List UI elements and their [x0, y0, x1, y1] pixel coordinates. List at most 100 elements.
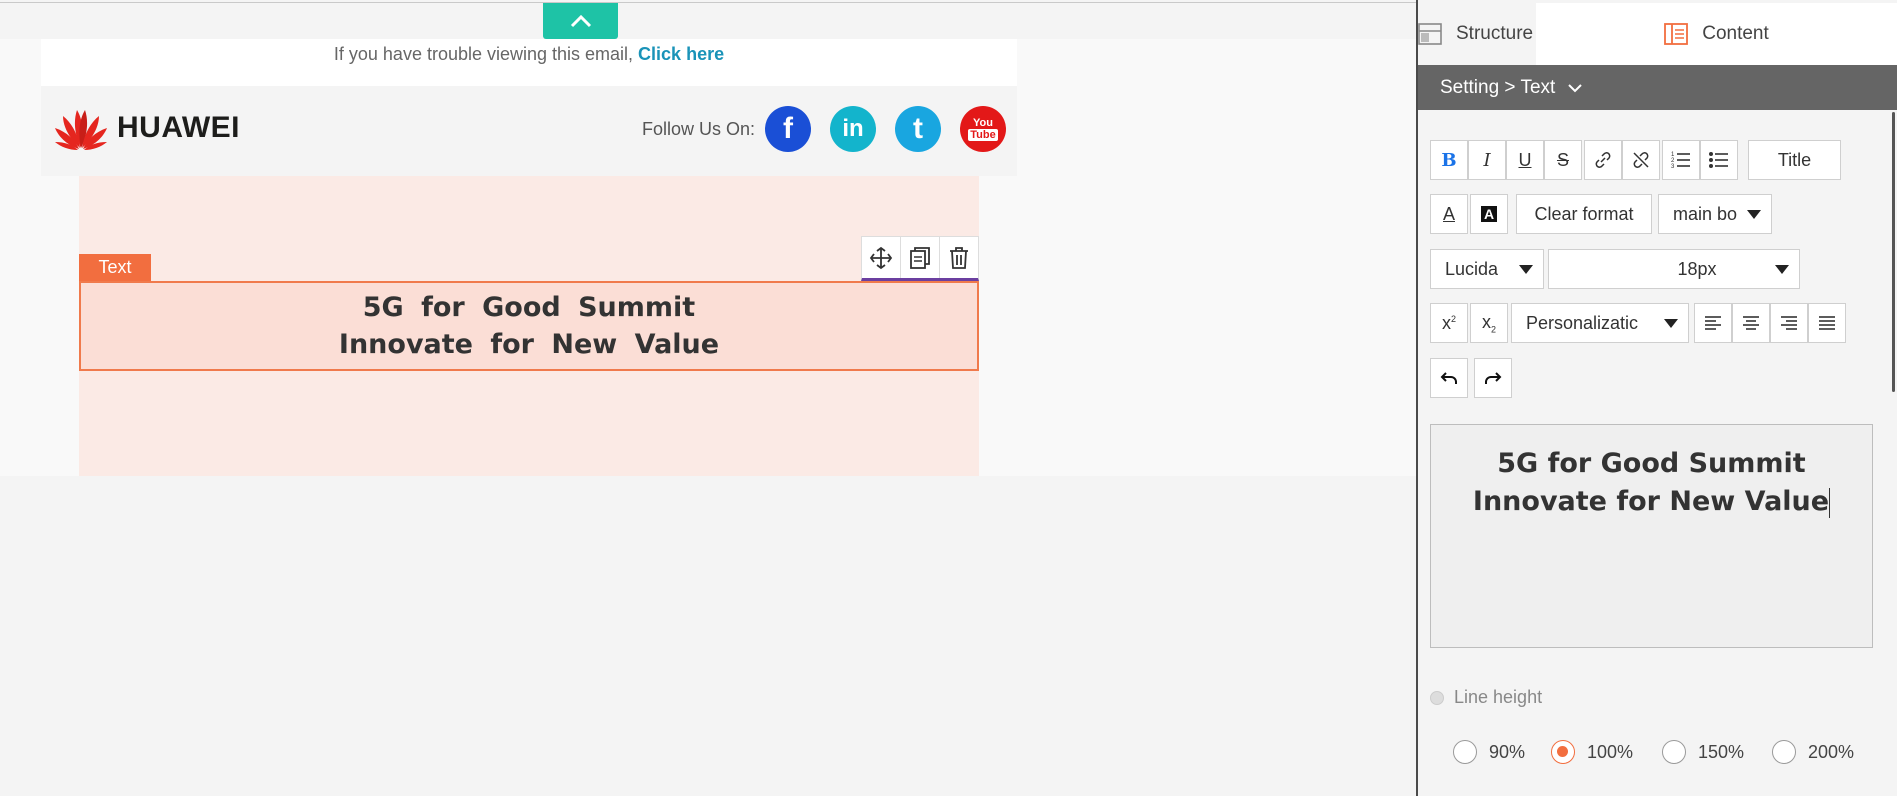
- svg-text:3: 3: [1671, 164, 1675, 169]
- font-color-button[interactable]: A: [1430, 194, 1468, 234]
- huawei-logo: HUAWEI: [53, 106, 240, 150]
- bullet-list-icon: [1709, 152, 1728, 168]
- bold-button[interactable]: B: [1430, 140, 1468, 180]
- font-color-icon: A: [1442, 203, 1455, 224]
- undo-icon: [1440, 372, 1457, 384]
- copy-icon: [910, 246, 930, 269]
- editor-line-1: 5G for Good Summit: [1497, 448, 1806, 479]
- top-divider: [0, 2, 1416, 3]
- structure-icon: [1418, 23, 1442, 45]
- selected-text-block[interactable]: 5G for Good Summit Innovate for New Valu…: [79, 281, 979, 371]
- font-family-value: Lucida: [1445, 258, 1499, 279]
- tab-content[interactable]: Content: [1536, 3, 1897, 65]
- text-cursor: [1829, 487, 1831, 518]
- line-height-option-label: 90%: [1489, 741, 1526, 762]
- ordered-list-icon: 123: [1671, 152, 1690, 169]
- unlink-button[interactable]: [1622, 140, 1660, 180]
- caret-down-icon: [1775, 264, 1789, 274]
- line-height-label: Line height: [1430, 687, 1542, 708]
- follow-us-label: Follow Us On:: [642, 119, 756, 139]
- align-right-icon: [1781, 316, 1797, 330]
- justify-button[interactable]: [1808, 303, 1846, 343]
- radio-circle: [1772, 740, 1796, 764]
- font-size-value: 18px: [1677, 258, 1717, 279]
- tab-structure-label: Structure: [1456, 23, 1534, 44]
- bullet-list-button[interactable]: [1700, 140, 1738, 180]
- subscript-button[interactable]: x2: [1470, 303, 1508, 343]
- delete-button[interactable]: [940, 237, 978, 278]
- undo-button[interactable]: [1430, 358, 1468, 398]
- move-icon: [869, 246, 893, 269]
- highlight-color-button[interactable]: A: [1470, 194, 1508, 234]
- align-center-button[interactable]: [1732, 303, 1770, 343]
- editor-line-2-text: Innovate for New Value: [1472, 486, 1830, 517]
- huawei-flower-icon: [55, 110, 107, 150]
- radio-circle: [1662, 740, 1686, 764]
- block-line-1: 5G for Good Summit: [362, 292, 696, 323]
- line-height-option-label: 100%: [1587, 741, 1634, 762]
- align-left-button[interactable]: [1694, 303, 1732, 343]
- block-type-tag: Text: [79, 254, 151, 281]
- line-height-option-200[interactable]: 200%: [1772, 740, 1854, 764]
- view-in-browser-row: If you have trouble viewing this email, …: [41, 39, 1017, 86]
- facebook-icon[interactable]: f: [765, 106, 811, 152]
- radio-circle-selected: [1551, 740, 1575, 764]
- redo-button[interactable]: [1474, 358, 1512, 398]
- line-height-option-label: 150%: [1698, 741, 1745, 762]
- highlight-color-icon: A: [1480, 206, 1498, 222]
- chevron-up-icon: [570, 14, 591, 28]
- breadcrumb[interactable]: Setting > Text: [1418, 65, 1897, 110]
- superscript-icon: x2: [1441, 312, 1456, 333]
- clear-format-button[interactable]: Clear format: [1516, 194, 1652, 234]
- subscript-icon: x2: [1481, 311, 1496, 335]
- youtube-top-text: You: [973, 117, 993, 129]
- trouble-text: If you have trouble viewing this email,: [333, 44, 639, 64]
- link-button[interactable]: [1584, 140, 1622, 180]
- caret-down-icon: [1519, 264, 1533, 274]
- logo-text: HUAWEI: [117, 111, 240, 144]
- link-icon: [1595, 152, 1611, 168]
- tab-content-label: Content: [1702, 23, 1769, 44]
- linkedin-icon[interactable]: in: [830, 106, 876, 152]
- email-canvas: If you have trouble viewing this email, …: [0, 0, 1416, 796]
- move-button[interactable]: [862, 237, 901, 278]
- line-height-option-150[interactable]: 150%: [1662, 740, 1744, 764]
- font-family-select[interactable]: Lucida: [1430, 249, 1544, 289]
- youtube-icon[interactable]: You Tube: [960, 106, 1006, 152]
- line-height-text: Line height: [1454, 687, 1543, 707]
- caret-down-icon: [1664, 318, 1678, 328]
- duplicate-button[interactable]: [901, 237, 940, 278]
- personalization-select[interactable]: Personalizatic: [1511, 303, 1689, 343]
- twitter-icon[interactable]: t: [895, 106, 941, 152]
- line-height-option-label: 200%: [1808, 741, 1855, 762]
- title-button[interactable]: Title: [1748, 140, 1841, 180]
- block-line-2: Innovate for New Value: [338, 329, 720, 360]
- rich-text-editor[interactable]: 5G for Good Summit Innovate for New Valu…: [1430, 424, 1873, 648]
- clear-format-label: Clear format: [1534, 203, 1634, 224]
- collapse-button[interactable]: [543, 3, 618, 39]
- line-height-option-100[interactable]: 100%: [1551, 740, 1633, 764]
- youtube-bottom-text: Tube: [968, 129, 998, 141]
- chevron-down-icon: [1568, 83, 1583, 92]
- underline-icon: U: [1518, 149, 1532, 170]
- breadcrumb-text: Setting > Text: [1440, 76, 1556, 98]
- line-height-option-90[interactable]: 90%: [1453, 740, 1525, 764]
- font-size-select[interactable]: 18px: [1548, 249, 1800, 289]
- tab-structure[interactable]: Structure: [1418, 3, 1536, 65]
- radio-circle: [1453, 740, 1477, 764]
- content-icon: [1664, 23, 1689, 45]
- block-toolbar: [861, 236, 979, 281]
- unlink-icon: [1633, 152, 1649, 168]
- click-here-link[interactable]: Click here: [638, 44, 724, 64]
- redo-icon: [1485, 372, 1502, 384]
- trash-icon: [950, 246, 968, 269]
- superscript-button[interactable]: x2: [1430, 303, 1468, 343]
- paragraph-style-select[interactable]: main bo: [1658, 194, 1772, 234]
- align-right-button[interactable]: [1770, 303, 1808, 343]
- ordered-list-button[interactable]: 123: [1662, 140, 1700, 180]
- italic-button[interactable]: I: [1468, 140, 1506, 180]
- panel-scrollbar[interactable]: [1889, 112, 1897, 392]
- underline-button[interactable]: U: [1506, 140, 1544, 180]
- justify-icon: [1819, 316, 1835, 330]
- strikethrough-button[interactable]: S: [1544, 140, 1582, 180]
